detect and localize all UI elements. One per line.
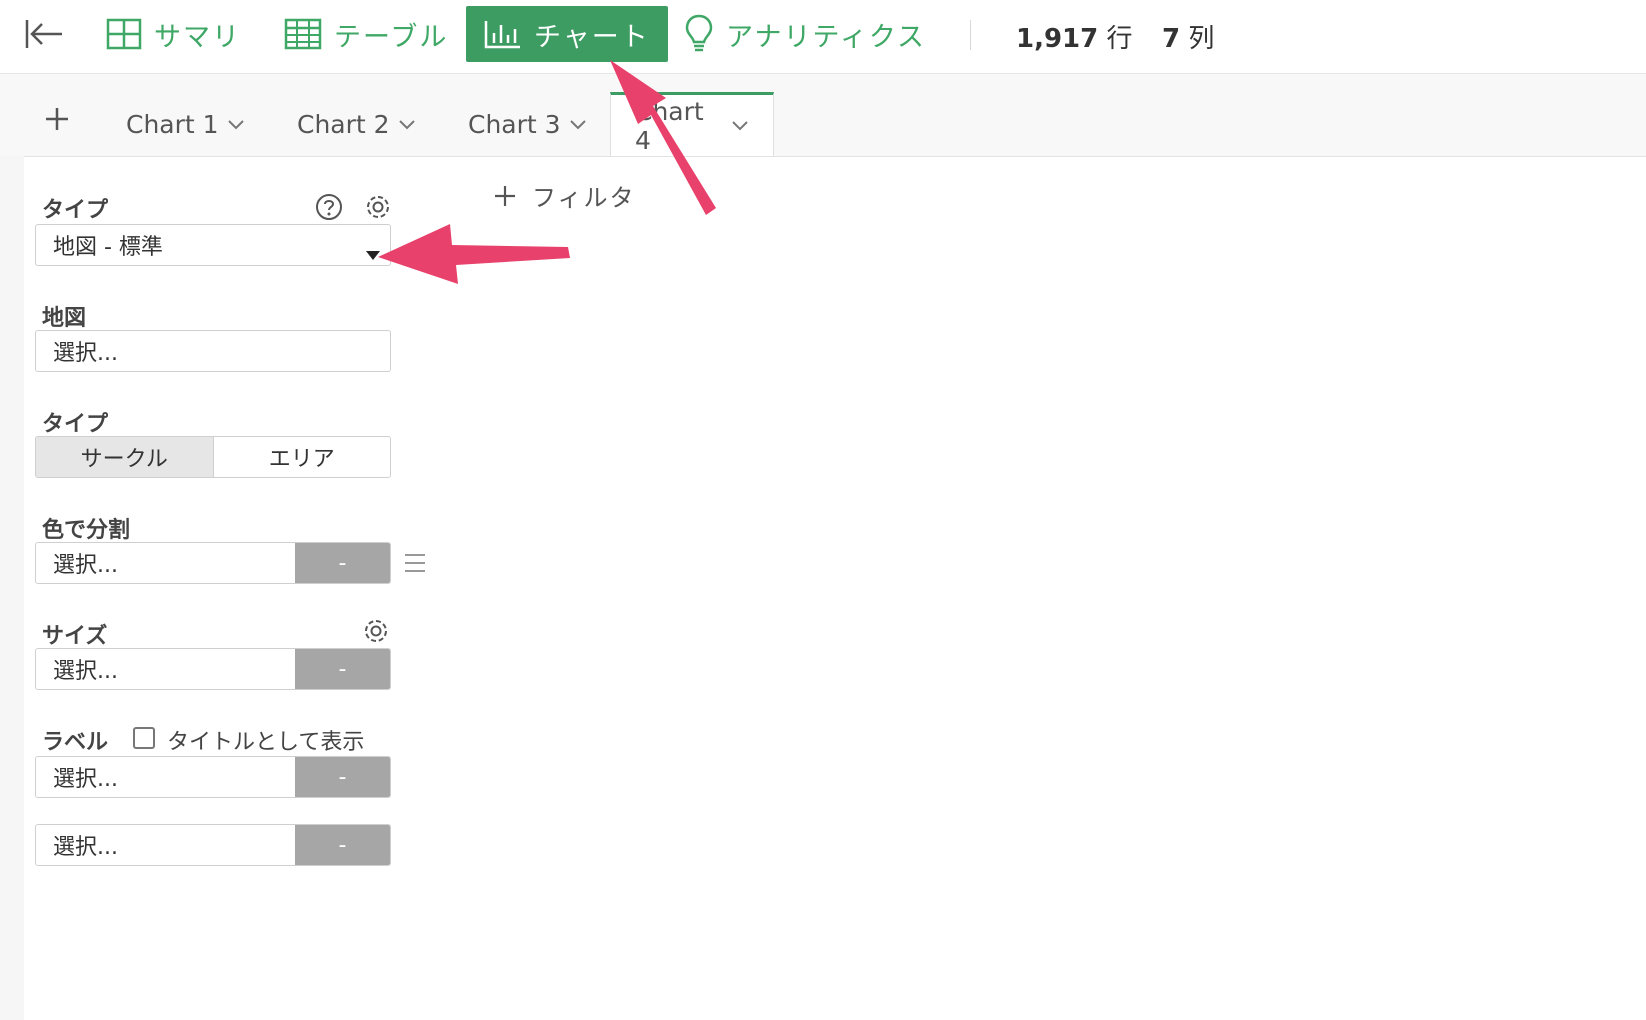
nav-table[interactable]: テーブル [284, 6, 448, 62]
tab-chart-1-label: Chart 1 [126, 110, 219, 139]
size-aggregate-button[interactable]: - [295, 649, 390, 689]
extra-field: 選択... - [35, 824, 391, 866]
add-filter-label: フィルタ [532, 184, 636, 212]
tab-chart-3[interactable]: Chart 3 [468, 110, 587, 139]
divider [970, 20, 971, 50]
subtype-area-button[interactable]: エリア [214, 437, 391, 477]
tab-chart-2-label: Chart 2 [297, 110, 390, 139]
column-count-value: 7 [1162, 24, 1181, 54]
tab-chart-3-label: Chart 3 [468, 110, 561, 139]
color-split-field: 選択... - [35, 542, 391, 584]
add-filter-button[interactable]: フィルタ [494, 178, 636, 213]
tab-chart-4-label: Chart 4 [635, 96, 704, 155]
label-label: ラベル [42, 730, 109, 755]
label-field: 選択... - [35, 756, 391, 798]
tab-chart-1[interactable]: Chart 1 [126, 110, 245, 139]
left-gutter [0, 156, 24, 1020]
chart-tab-bar: Chart 1 Chart 2 Chart 3 Chart 4 [0, 74, 1646, 157]
chevron-down-icon [569, 119, 587, 131]
chart-type-select[interactable]: 地図 - 標準 [35, 224, 391, 266]
subtype-toggle: サークル エリア [35, 436, 391, 478]
column-count: 7 列 [1162, 18, 1214, 55]
grid-icon [106, 18, 142, 50]
caret-down-icon [366, 241, 380, 266]
chart-type-value: 地図 - 標準 [53, 235, 163, 260]
row-count-value: 1,917 [1016, 24, 1099, 54]
add-chart-plus-icon[interactable] [44, 106, 70, 132]
nav-summary-label: サマリ [154, 21, 241, 53]
gear-icon[interactable] [362, 617, 390, 649]
chevron-down-icon [731, 120, 749, 132]
type-label: タイプ [42, 198, 109, 223]
subtype-label: タイプ [42, 412, 109, 437]
extra-select[interactable]: 選択... [36, 825, 295, 865]
color-split-aggregate-button[interactable]: - [295, 543, 390, 583]
nav-analytics-label: アナリティクス [726, 21, 927, 53]
color-split-select[interactable]: 選択... [36, 543, 295, 583]
nav-chart-label: チャート [534, 21, 650, 53]
chevron-down-icon [398, 119, 416, 131]
nav-table-label: テーブル [334, 21, 449, 53]
help-icon[interactable] [315, 193, 343, 225]
tab-chart-2[interactable]: Chart 2 [297, 110, 416, 139]
size-field: 選択... - [35, 648, 391, 690]
size-select[interactable]: 選択... [36, 649, 295, 689]
subtype-circle-button[interactable]: サークル [36, 437, 214, 477]
map-select[interactable]: 選択... [35, 330, 391, 372]
menu-lines-icon[interactable] [403, 552, 427, 578]
lightbulb-icon [684, 14, 714, 54]
bar-chart-icon [484, 19, 522, 49]
label-select[interactable]: 選択... [36, 757, 295, 797]
show-as-title-checkbox[interactable] [133, 727, 155, 749]
tab-chart-4[interactable]: Chart 4 [610, 92, 774, 156]
nav-chart[interactable]: チャート [466, 6, 668, 62]
extra-aggregate-button[interactable]: - [295, 825, 390, 865]
color-split-label: 色で分割 [42, 518, 131, 543]
column-count-unit: 列 [1188, 24, 1215, 54]
nav-analytics[interactable]: アナリティクス [684, 6, 926, 62]
gear-icon[interactable] [364, 193, 392, 225]
row-count-unit: 行 [1106, 24, 1133, 54]
top-bar: サマリ テーブル チャート アナリティクス 1,917 行 7 列 [0, 0, 1646, 74]
map-select-placeholder: 選択... [53, 341, 118, 366]
nav-summary[interactable]: サマリ [106, 6, 241, 62]
row-count: 1,917 行 [1016, 18, 1133, 55]
chevron-down-icon [227, 119, 245, 131]
show-as-title-label: タイトルとして表示 [167, 730, 365, 755]
table-icon [284, 18, 322, 50]
chart-settings-panel: タイプ 地図 - 標準 地図 選択... タイプ サークル エリア 色で分割 選… [24, 156, 444, 1020]
plus-icon [494, 185, 516, 207]
label-aggregate-button[interactable]: - [295, 757, 390, 797]
collapse-sidebar-icon[interactable] [24, 16, 64, 52]
map-label: 地図 [42, 306, 87, 331]
size-label: サイズ [42, 624, 108, 649]
